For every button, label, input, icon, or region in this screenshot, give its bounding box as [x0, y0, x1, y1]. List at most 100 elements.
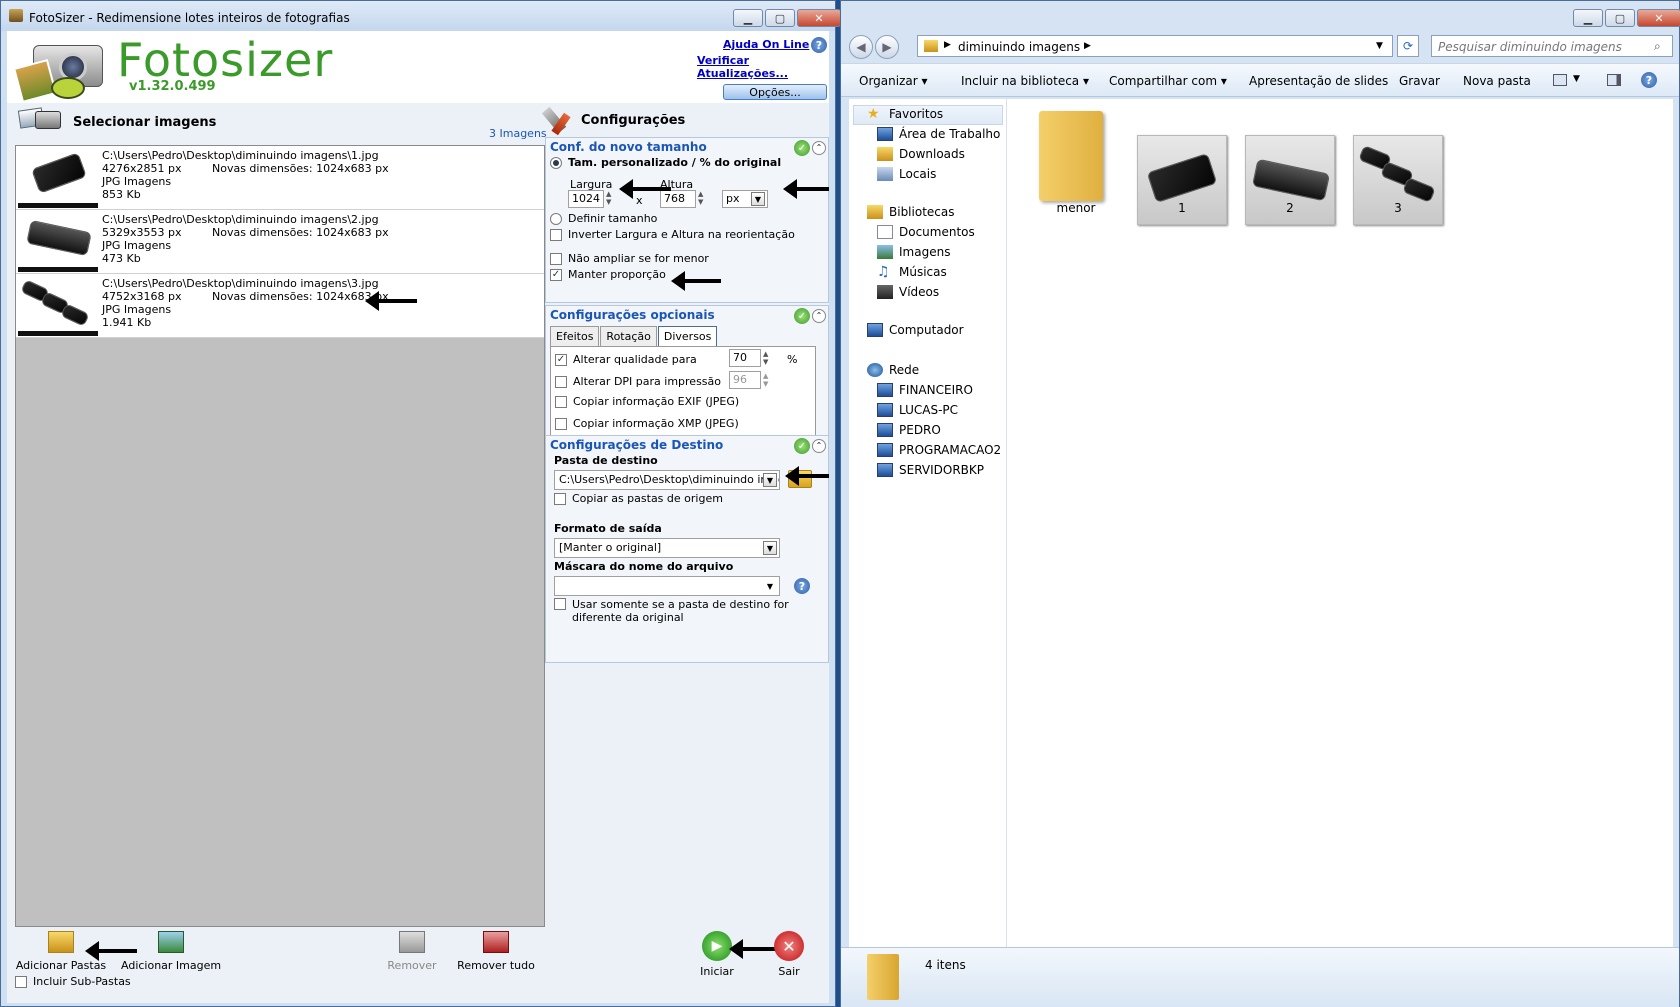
breadcrumb[interactable]: diminuindo imagens — [958, 40, 1080, 54]
view-icon[interactable] — [1553, 74, 1567, 86]
nav-favorites[interactable]: ★ Favoritos — [867, 107, 943, 121]
help-icon[interactable]: ? — [1641, 72, 1657, 88]
nav-documents[interactable]: Documentos — [877, 225, 975, 239]
mask-help-icon[interactable]: ? — [794, 578, 810, 594]
file-list-pane: menor 1 2 3 — [1007, 99, 1673, 947]
nav-network-pc[interactable]: FINANCEIRO — [877, 383, 973, 397]
keep-ratio-checkbox[interactable]: ✓ Manter proporção — [550, 268, 666, 281]
dpi-spinner[interactable]: ▲ ▼ — [763, 372, 768, 388]
exit-button[interactable]: ✕ Sair — [759, 931, 819, 978]
slideshow-button[interactable]: Apresentação de slides — [1249, 74, 1388, 88]
chevron-down-icon: ▼ — [766, 581, 774, 591]
chevron-down-icon: ▼ — [763, 541, 777, 555]
nav-network[interactable]: Rede — [867, 363, 919, 377]
fotosizer-titlebar[interactable]: FotoSizer - Redimensione lotes inteiros … — [1, 1, 841, 31]
tab-effects[interactable]: Efeitos — [550, 326, 600, 346]
nav-network-pc[interactable]: PEDRO — [877, 423, 941, 437]
image-list[interactable]: C:\Users\Pedro\Desktop\diminuindo imagen… — [15, 145, 545, 927]
remove-all-button[interactable]: Remover tudo — [451, 931, 541, 972]
unit-select[interactable]: px ▼ — [722, 190, 768, 208]
nav-places[interactable]: Locais — [877, 167, 936, 181]
nav-libraries[interactable]: Bibliotecas — [867, 205, 954, 219]
section-enabled-icon[interactable]: ✓ — [794, 438, 810, 454]
image-row[interactable]: C:\Users\Pedro\Desktop\diminuindo imagen… — [16, 146, 544, 210]
no-enlarge-checkbox[interactable]: Não ampliar se for menor — [550, 252, 709, 265]
close-button[interactable]: ✕ — [797, 9, 841, 27]
new-folder-button[interactable]: Nova pasta — [1463, 74, 1531, 88]
nav-network-pc[interactable]: SERVIDORBKP — [877, 463, 984, 477]
image-size: 853 Kb — [102, 188, 141, 201]
section-enabled-icon[interactable]: ✓ — [794, 308, 810, 324]
options-button[interactable]: Opções... — [723, 84, 827, 100]
nav-videos[interactable]: Vídeos — [877, 285, 939, 299]
refresh-icon[interactable]: ⟳ — [1397, 35, 1419, 57]
xmp-checkbox[interactable]: Copiar informação XMP (JPEG) — [555, 417, 739, 430]
burn-button[interactable]: Gravar — [1399, 74, 1440, 88]
select-images-title: Selecionar imagens — [73, 115, 217, 130]
dest-folder-label: Pasta de destino — [554, 454, 658, 467]
image-new-dims: Novas dimensões: 1024x683 px — [212, 162, 389, 175]
remove-button[interactable]: Remover — [367, 931, 457, 972]
minimize-button[interactable]: ▁ — [1573, 9, 1603, 27]
organize-menu[interactable]: Organizar ▾ — [859, 74, 928, 88]
width-input[interactable]: 1024 — [568, 190, 604, 208]
nav-downloads[interactable]: Downloads — [877, 147, 965, 161]
help-online-link[interactable]: Ajuda On Line — [723, 38, 809, 51]
output-format-select[interactable]: [Manter o original] ▼ — [554, 538, 780, 558]
invert-checkbox[interactable]: Inverter Largura e Altura na reorientaçã… — [550, 228, 795, 241]
height-input[interactable]: 768 — [660, 190, 696, 208]
nav-desktop[interactable]: Área de Trabalho — [877, 127, 1000, 141]
collapse-icon[interactable]: ⌃ — [812, 439, 826, 453]
minimize-button[interactable]: ▁ — [733, 9, 763, 27]
chevron-down-icon[interactable]: ▼ — [1573, 74, 1580, 84]
close-button[interactable]: ✕ — [1637, 9, 1680, 27]
define-size-radio[interactable]: Definir tamanho — [550, 212, 657, 225]
nav-music[interactable]: ♫ Músicas — [877, 265, 947, 279]
search-input[interactable]: Pesquisar diminuindo imagens ⌕ — [1431, 35, 1673, 57]
width-spinner[interactable]: ▲ ▼ — [606, 190, 611, 206]
file-item[interactable] — [1031, 107, 1121, 207]
nav-images[interactable]: Imagens — [877, 245, 950, 259]
quality-checkbox[interactable]: ✓ Alterar qualidade para — [555, 353, 697, 366]
chevron-down-icon[interactable]: ▼ — [1376, 41, 1383, 51]
image-row[interactable]: C:\Users\Pedro\Desktop\diminuindo imagen… — [16, 210, 544, 274]
quality-input[interactable]: 70 — [729, 349, 761, 367]
help-icon[interactable]: ? — [811, 37, 827, 53]
share-menu[interactable]: Compartilhar com ▾ — [1109, 74, 1227, 88]
image-row[interactable]: C:\Users\Pedro\Desktop\diminuindo imagen… — [16, 274, 544, 338]
only-if-diff-checkbox[interactable]: Usar somente se a pasta de destino for d… — [554, 598, 794, 624]
tab-misc[interactable]: Diversos — [657, 326, 718, 346]
include-subfolders-checkbox[interactable]: Incluir Sub-Pastas — [15, 975, 131, 988]
dest-folder-input[interactable]: C:\Users\Pedro\Desktop\diminuindo imagen… — [554, 470, 780, 490]
maximize-button[interactable]: ▢ — [765, 9, 795, 27]
nav-computer[interactable]: Computador — [867, 323, 964, 337]
exif-checkbox[interactable]: Copiar informação EXIF (JPEG) — [555, 395, 739, 408]
section-enabled-icon[interactable]: ✓ — [794, 140, 810, 156]
network-icon — [867, 363, 883, 377]
include-library-menu[interactable]: Incluir na biblioteca ▾ — [961, 74, 1089, 88]
check-updates-link[interactable]: Verificar Atualizações... — [697, 54, 829, 80]
quality-spinner[interactable]: ▲ ▼ — [763, 350, 768, 366]
nav-network-pc[interactable]: LUCAS-PC — [877, 403, 958, 417]
maximize-button[interactable]: ▢ — [1605, 9, 1635, 27]
height-spinner[interactable]: ▲ ▼ — [698, 190, 703, 206]
downloads-icon — [877, 147, 893, 161]
dpi-checkbox[interactable]: Alterar DPI para impressão — [555, 375, 721, 388]
back-button[interactable]: ◀ — [849, 35, 873, 59]
copy-folders-checkbox[interactable]: Copiar as pastas de origem — [554, 492, 723, 505]
custom-size-radio[interactable]: Tam. personalizado / % do original — [550, 156, 781, 169]
image-type: JPG Imagens — [102, 175, 172, 188]
images-icon — [877, 245, 893, 259]
add-image-button[interactable]: Adicionar Imagem — [121, 931, 221, 972]
collapse-icon[interactable]: ⌃ — [812, 309, 826, 323]
config-tools-icon — [541, 105, 573, 136]
nav-network-pc[interactable]: PROGRAMACAO2 — [877, 443, 1001, 457]
preview-pane-icon[interactable] — [1607, 74, 1621, 86]
star-icon: ★ — [867, 106, 880, 122]
mask-input[interactable]: ▼ — [554, 576, 780, 596]
address-bar[interactable]: ▶ diminuindo imagens ▶ ▼ — [917, 35, 1393, 57]
dpi-input[interactable]: 96 — [729, 371, 761, 389]
collapse-icon[interactable]: ⌃ — [812, 141, 826, 155]
tab-rotation[interactable]: Rotação — [600, 326, 657, 346]
forward-button[interactable]: ▶ — [875, 35, 899, 59]
